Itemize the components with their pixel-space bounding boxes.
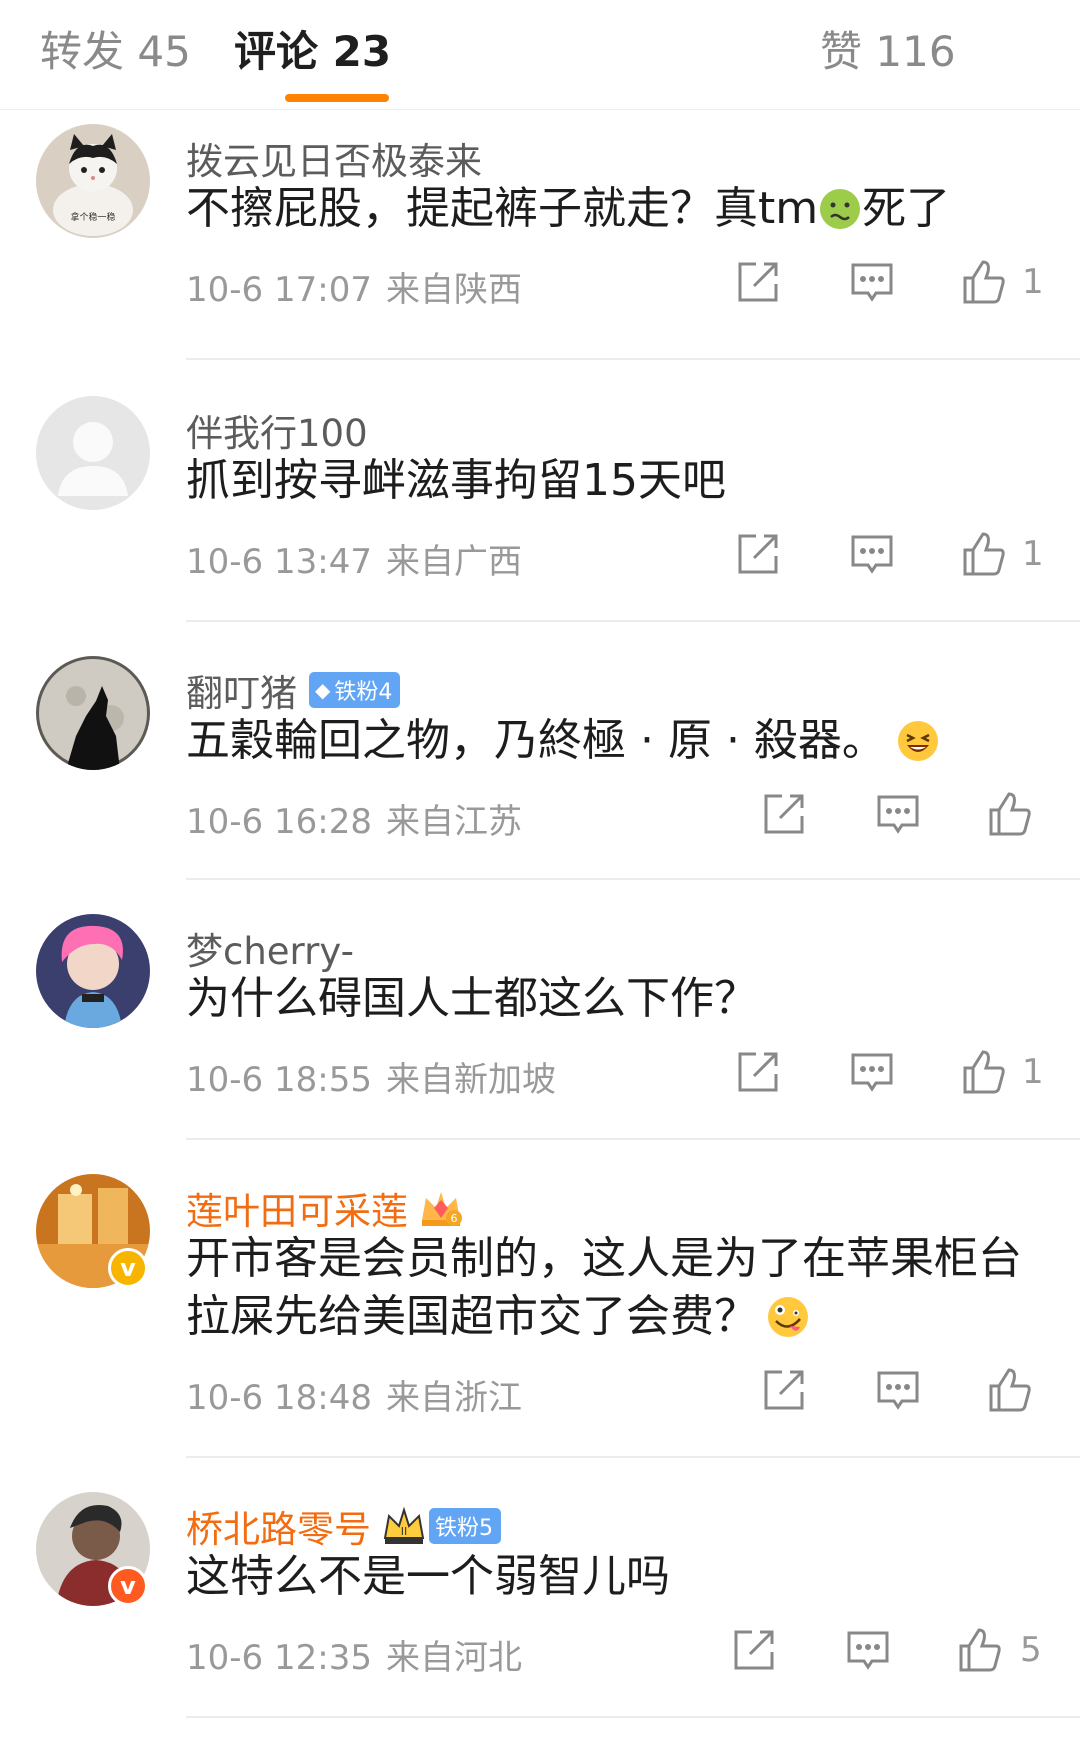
comment-meta: 10-6 17:07 来自陕西 (186, 262, 522, 311)
username[interactable]: 伴我行100 (186, 403, 368, 457)
comment-item: 拿个稳一稳 拨云见日否极泰来 不擦屁股，提起裤子就走？真tm 死了 10-6 17… (0, 124, 1080, 324)
diamond-icon: ◆ (315, 678, 331, 702)
comment-tabs: 转发 45 评论 23 赞 116 (0, 0, 1080, 110)
comment-icon[interactable] (874, 790, 922, 838)
username-row: 拨云见日否极泰来 (186, 131, 482, 185)
comment-item: v 桥北路零号 II 铁粉5 这特么不是一个弱智儿吗 10-6 12:35 来自河… (0, 1492, 1080, 1722)
comment-text: 开市客是会员制的，这人是为了在苹果柜台拉屎先给美国超市交了会费？ (186, 1233, 1022, 1342)
verified-badge-icon: v (108, 1248, 148, 1288)
comment-item: 伴我行100 抓到按寻衅滋事拘留15天吧 10-6 13:47 来自广西 1 (0, 396, 1080, 596)
comment-meta: 10-6 12:35 来自河北 (186, 1630, 522, 1679)
divider (186, 1456, 1080, 1458)
comment-icon[interactable] (848, 1048, 896, 1096)
timestamp: 10-6 12:35 (186, 1638, 372, 1678)
active-tab-indicator (285, 94, 389, 102)
like-icon[interactable] (960, 258, 1008, 306)
like-icon[interactable] (986, 790, 1034, 838)
comment-text: 五穀輪回之物，乃終極 · 原 · 殺器。 (186, 712, 1056, 770)
comment-icon[interactable] (848, 530, 896, 578)
username-row: 莲叶田可采莲 6 (186, 1181, 464, 1235)
like-count: 5 (1020, 1630, 1042, 1670)
username[interactable]: 梦cherry- (186, 921, 354, 975)
comment-text: 为什么碍国人士都这么下作？ (186, 973, 758, 1024)
username[interactable]: 桥北路零号 (186, 1499, 371, 1553)
verified-badge-icon: v (108, 1566, 148, 1606)
comment-meta: 10-6 18:55 来自新加坡 (186, 1052, 556, 1101)
location: 来自新加坡 (385, 1060, 556, 1100)
username[interactable]: 翻叮猪 (186, 663, 297, 717)
comment-icon[interactable] (874, 1366, 922, 1414)
avatar-caption: 拿个稳一稳 (70, 211, 115, 223)
comment-text: 不擦屁股，提起裤子就走？真tm 死了 (186, 183, 951, 234)
share-icon[interactable] (734, 530, 782, 578)
comment-text: 抓到按寻衅滋事拘留15天吧 (186, 455, 726, 506)
timestamp: 10-6 17:07 (186, 270, 372, 310)
divider (186, 358, 1080, 360)
share-icon[interactable] (734, 1048, 782, 1096)
tab-likes[interactable]: 赞 116 (820, 18, 956, 79)
divider (186, 878, 1080, 880)
username-row: 翻叮猪 ◆ 铁粉4 (186, 663, 401, 717)
comment-item: v 莲叶田可采莲 6 开市客是会员制的，这人是为了在苹果柜台拉屎先给美国超市交了… (0, 1174, 1080, 1434)
comment-icon[interactable] (848, 258, 896, 306)
comment-item: 翻叮猪 ◆ 铁粉4 五穀輪回之物，乃終極 · 原 · 殺器。 10-6 16:28… (0, 656, 1080, 856)
location: 来自陕西 (385, 270, 522, 310)
timestamp: 10-6 13:47 (186, 542, 372, 582)
laughing-face-emoji-icon (896, 719, 940, 763)
fan-badge: 铁粉5 (429, 1508, 501, 1544)
location: 来自江苏 (385, 802, 522, 842)
like-icon[interactable] (960, 1048, 1008, 1096)
like-count: 1 (1022, 534, 1044, 574)
share-icon[interactable] (760, 1366, 808, 1414)
like-icon[interactable] (986, 1366, 1034, 1414)
username-row: 桥北路零号 II 铁粉5 (186, 1499, 501, 1553)
timestamp: 10-6 18:55 (186, 1060, 372, 1100)
location: 来自浙江 (385, 1378, 522, 1418)
vip-crown-icon: II (381, 1504, 427, 1548)
svg-text:6: 6 (451, 1212, 458, 1225)
vip-crown-icon: 6 (418, 1186, 464, 1230)
comment-meta: 10-6 13:47 来自广西 (186, 534, 522, 583)
comment-meta: 10-6 16:28 来自江苏 (186, 794, 522, 843)
svg-text:II: II (401, 1525, 408, 1538)
like-count: 1 (1022, 1052, 1044, 1092)
avatar[interactable] (36, 396, 150, 510)
divider (186, 620, 1080, 622)
divider (186, 1138, 1080, 1140)
like-count: 1 (1022, 262, 1044, 302)
zany-face-emoji-icon (766, 1295, 810, 1339)
fan-badge: ◆ 铁粉4 (309, 672, 401, 708)
timestamp: 10-6 18:48 (186, 1378, 372, 1418)
like-icon[interactable] (956, 1626, 1004, 1674)
comment-item: 梦cherry- 为什么碍国人士都这么下作？ 10-6 18:55 来自新加坡 1 (0, 914, 1080, 1114)
comment-icon[interactable] (844, 1626, 892, 1674)
username-row: 梦cherry- (186, 921, 354, 975)
share-icon[interactable] (730, 1626, 778, 1674)
avatar[interactable]: 拿个稳一稳 (36, 124, 150, 238)
location: 来自河北 (385, 1638, 522, 1678)
avatar[interactable] (36, 914, 150, 1028)
tab-comments[interactable]: 评论 23 (234, 18, 391, 79)
username[interactable]: 拨云见日否极泰来 (186, 131, 482, 185)
comment-meta: 10-6 18:48 来自浙江 (186, 1370, 522, 1419)
like-icon[interactable] (960, 530, 1008, 578)
comment-text: 这特么不是一个弱智儿吗 (186, 1551, 670, 1602)
username-row: 伴我行100 (186, 403, 368, 457)
username[interactable]: 莲叶田可采莲 (186, 1181, 408, 1235)
location: 来自广西 (385, 542, 522, 582)
share-icon[interactable] (760, 790, 808, 838)
nauseated-face-emoji-icon (818, 187, 862, 231)
timestamp: 10-6 16:28 (186, 802, 372, 842)
share-icon[interactable] (734, 258, 782, 306)
avatar[interactable] (36, 656, 150, 770)
divider (186, 1716, 1080, 1718)
tab-reposts[interactable]: 转发 45 (40, 18, 191, 79)
